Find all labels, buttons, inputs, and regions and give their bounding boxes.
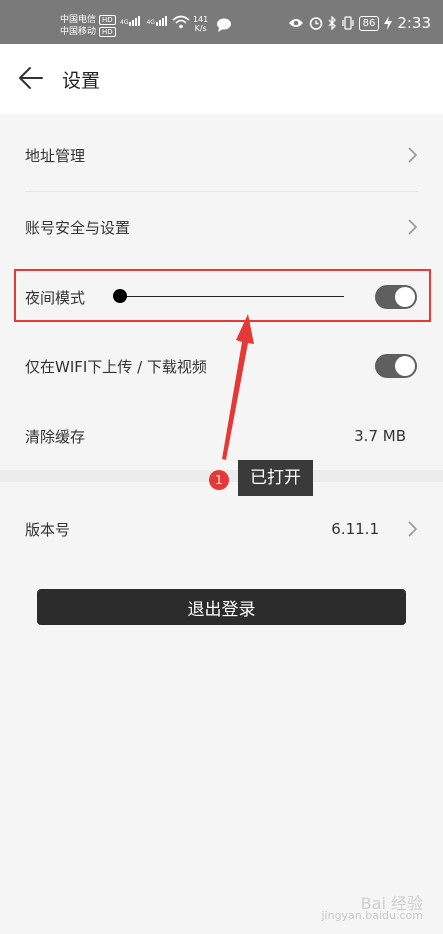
page-title: 设置	[62, 70, 101, 92]
annotation-label: 已打开	[238, 460, 313, 496]
watermark-url: jingyan.baidu.com	[321, 909, 423, 922]
version-number: 6.11.1	[331, 520, 379, 538]
vibrate-icon	[341, 16, 354, 30]
signal-icons: 4G 4G	[120, 16, 167, 26]
bluetooth-icon	[328, 16, 336, 30]
annotation-arrow-icon	[222, 314, 254, 460]
network-speed: 141 K/s	[193, 15, 209, 33]
chevron-right-icon	[408, 219, 417, 235]
system-status: 86 2:33	[288, 14, 431, 32]
toggle-knob	[395, 356, 415, 376]
logout-button[interactable]: 退出登录	[37, 589, 406, 625]
charging-icon	[384, 16, 393, 30]
clock: 2:33	[397, 14, 431, 32]
alarm-icon	[309, 17, 322, 30]
signal-icon: 4G	[146, 16, 167, 26]
wifi-icon	[172, 15, 190, 29]
hd-badge: HD	[99, 27, 116, 37]
watermark: Bai 经验 jingyan.baidu.com	[321, 896, 423, 922]
settings-row-version[interactable]: 版本号 6.11.1	[0, 494, 443, 564]
carrier-info: 中国电信 HD 中国移动 HD	[60, 14, 116, 38]
settings-row-account[interactable]: 账号安全与设置	[0, 192, 443, 262]
header-bar: 设置	[0, 44, 443, 114]
signal-icon: 4G	[120, 16, 141, 26]
annotation-number: 1	[209, 470, 229, 490]
status-bar: 中国电信 HD 中国移动 HD 4G 4G 141 K/s 86 2:33	[0, 0, 443, 44]
settings-row-address[interactable]: 地址管理	[0, 120, 443, 190]
carrier-1: 中国电信	[60, 15, 97, 25]
wifi-upload-toggle[interactable]	[375, 354, 417, 378]
row-label: 账号安全与设置	[25, 218, 131, 237]
row-label: 地址管理	[25, 146, 86, 165]
hd-badge: HD	[99, 15, 116, 25]
chevron-right-icon	[408, 521, 417, 537]
eye-icon	[288, 19, 303, 27]
back-arrow-icon[interactable]	[18, 66, 44, 90]
cache-size: 3.7 MB	[354, 427, 406, 445]
battery-level: 86	[358, 15, 380, 31]
row-label: 版本号	[25, 520, 71, 539]
row-label: 清除缓存	[25, 427, 86, 446]
row-label: 仅在WIFI下上传 / 下载视频	[25, 357, 207, 376]
carrier-2: 中国移动	[60, 27, 97, 37]
chevron-right-icon	[408, 147, 417, 163]
chat-icon	[217, 18, 231, 32]
